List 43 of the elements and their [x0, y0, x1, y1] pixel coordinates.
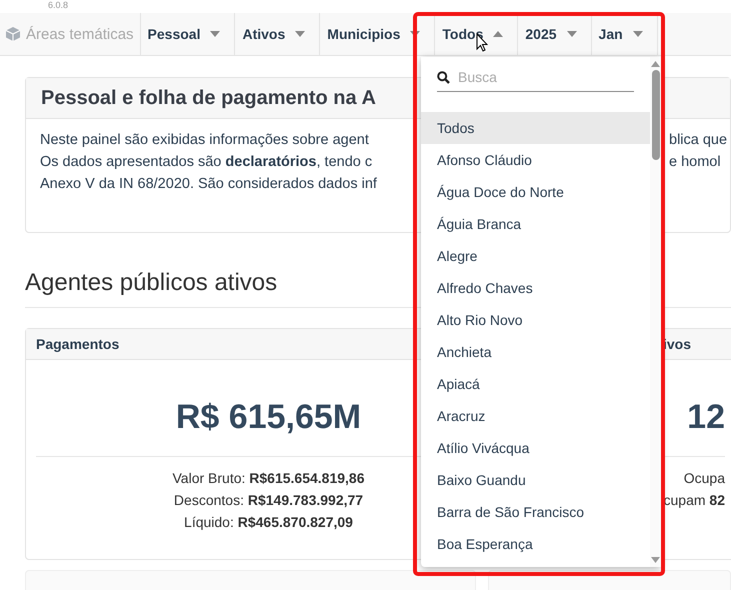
paragraph-text: Os dados apresentados são declaratórios, tendo c [40, 153, 374, 172]
cube-icon [5, 26, 21, 42]
dropdown-option[interactable]: Aracruz [421, 400, 650, 432]
stat-detail: Valor Bruto: R$615.654.819,86 [172, 469, 364, 488]
paragraph-text: Neste painel são exibidas informações sobre agent [40, 131, 370, 150]
dropdown-option[interactable]: Boa Esperança [421, 528, 650, 560]
nav-dropdown[interactable]: Ativos [235, 13, 320, 55]
caret-down-icon [632, 31, 643, 37]
dropdown-option[interactable]: Apiacá [421, 368, 650, 400]
scrollbar-thumb[interactable] [652, 70, 660, 160]
dropdown-option[interactable]: Anchieta [421, 336, 650, 368]
caret-down-icon [295, 31, 306, 37]
dropdown-option[interactable]: Águia Branca [421, 208, 650, 240]
paragraph-text: Anexo V da IN 68/2020. São considerados dados inf [40, 175, 378, 194]
stat-detail: cupam 82 [664, 491, 725, 510]
search-icon [437, 70, 450, 84]
dropdown-option[interactable]: Afonso Cláudio [421, 144, 650, 176]
stat-detail: Descontos: R$149.783.992,77 [174, 491, 364, 510]
stat-detail: Líquido: R$465.870.827,09 [184, 513, 353, 532]
dropdown-option[interactable]: Alegre [421, 240, 650, 272]
dropdown-option[interactable]: Todos [421, 112, 650, 144]
scroll-down-icon[interactable] [651, 557, 660, 563]
card-title: Pessoal e folha de pagamento na A [41, 86, 376, 110]
dropdown-option[interactable]: Atílio Vivácqua [421, 432, 650, 464]
nav-dropdown[interactable]: 2025 [518, 13, 592, 55]
dropdown-option[interactable]: Barra de São Francisco [421, 496, 650, 528]
version-label: 6.0.8 [47, 0, 70, 12]
caret-up-icon [493, 31, 504, 37]
stat-detail: Ocupa [684, 469, 725, 488]
nav-dropdown[interactable]: Pessoal [140, 13, 236, 55]
card-header: Pagamentos [36, 336, 120, 352]
search-field[interactable]: Busca [450, 63, 634, 92]
dropdown-option[interactable]: Alfredo Chaves [421, 272, 650, 304]
caret-down-icon [210, 31, 220, 37]
stat-value: R$ 615,65M [176, 398, 362, 438]
dropdown-option[interactable]: Água Doce do Norte [421, 176, 650, 208]
stat-value: 12 [687, 398, 725, 438]
caret-down-icon [566, 31, 577, 37]
paragraph-text: e homol [669, 153, 722, 172]
dropdown-option[interactable]: Baixo Guandu [421, 464, 650, 496]
nav-dropdown[interactable]: Jan [592, 13, 658, 55]
scroll-up-icon[interactable] [651, 61, 660, 67]
paragraph-text: blica que [669, 131, 728, 150]
